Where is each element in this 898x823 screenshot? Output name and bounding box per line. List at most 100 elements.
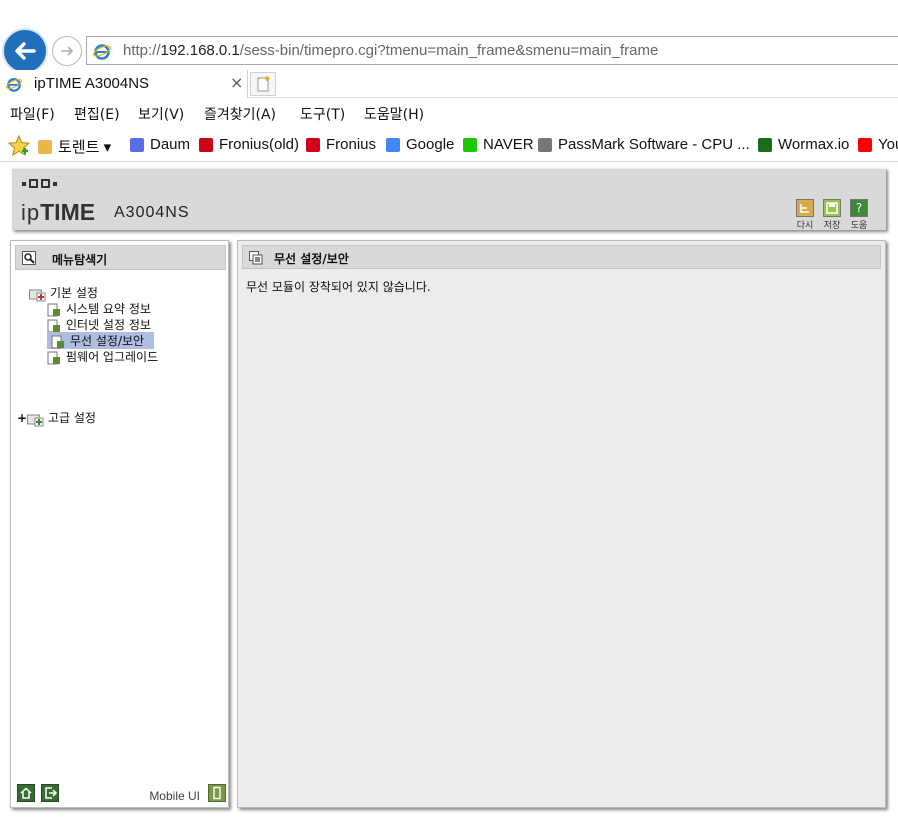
favorite-label: PassMark Software - CPU ...	[558, 136, 750, 153]
folder-open-icon	[29, 288, 47, 301]
favorite-link[interactable]: PassMark Software - CPU ...	[538, 136, 750, 153]
favorite-label: You	[878, 136, 898, 153]
favorite-link[interactable]: You	[858, 136, 898, 153]
folder-icon	[27, 413, 45, 426]
fronius-icon	[199, 137, 213, 152]
arrow-left-icon	[15, 42, 36, 60]
favorite-link[interactable]: Daum	[130, 136, 190, 153]
tab-strip: ipTIME A3004NS ×	[0, 70, 898, 98]
tab-active[interactable]: ipTIME A3004NS ×	[0, 70, 248, 98]
google-icon	[386, 137, 400, 152]
menu-item[interactable]: 파일(F)	[10, 104, 55, 124]
menu-item-1[interactable]: 시스템 요약 정보	[47, 300, 151, 317]
menu-bar: 파일(F) 편집(E) 보기(V) 즐겨찾기(A) 도구(T) 도움말(H)	[0, 98, 898, 126]
status-message: 무선 모듈이 장착되어 있지 않습니다.	[246, 280, 431, 294]
back-button[interactable]	[2, 28, 48, 74]
menu-explorer-title-bar: 메뉴탐색기	[15, 245, 226, 270]
mobile-icon	[213, 786, 221, 800]
menu-explorer-panel: 메뉴탐색기 기본 설정 시스템 요약 정보인터넷 설정 정보무선 설정/보안펌웨…	[10, 240, 229, 808]
wireless-icon	[51, 335, 64, 348]
tab-title: ipTIME A3004NS	[34, 75, 150, 92]
menu-explorer-title: 메뉴탐색기	[52, 253, 108, 267]
favorite-link[interactable]: Wormax.io	[758, 136, 849, 153]
expand-toggle[interactable]: +	[17, 411, 27, 425]
reload-label: 다시	[796, 221, 814, 231]
menu-item-label: 인터넷 설정 정보	[66, 318, 151, 332]
mobile-ui-button[interactable]	[208, 784, 226, 802]
menu-item[interactable]: 도움말(H)	[364, 104, 424, 124]
home-icon	[20, 787, 32, 799]
save-icon	[823, 199, 841, 217]
address-bar[interactable]: http://192.168.0.1/sess-bin/timepro.cgi?…	[86, 36, 898, 65]
favorite-label: Daum	[150, 136, 191, 153]
logo-mark	[22, 179, 57, 188]
ie-icon	[93, 44, 111, 60]
model-name: A3004NS	[114, 204, 190, 221]
mobile-ui-label[interactable]: Mobile UI	[149, 789, 200, 803]
reload-button[interactable]: 다시	[794, 199, 816, 233]
menu-item-4[interactable]: 펌웨어 업그레이드	[47, 348, 158, 365]
tree-group-basic[interactable]: 기본 설정	[29, 284, 98, 301]
passmark-icon	[538, 137, 552, 152]
content-title-bar: 무선 설정/보안	[242, 245, 881, 269]
favorites-bar: 토렌트 ▾ Daum Fronius(old) Fronius Google NAVER P…	[0, 128, 898, 162]
menu-item-label: 무선 설정/보안	[70, 334, 145, 348]
menu-item[interactable]: 보기(V)	[138, 104, 184, 124]
new-tab-icon	[257, 76, 270, 92]
ie-icon	[6, 78, 22, 92]
favorites-star-icon[interactable]	[7, 134, 31, 158]
iptime-logo: ipTIME	[21, 199, 96, 225]
favorite-link[interactable]: NAVER	[463, 136, 534, 153]
content-title: 무선 설정/보안	[274, 252, 349, 266]
logout-button[interactable]	[41, 784, 59, 802]
favorite-link[interactable]: Google	[386, 136, 454, 153]
home-button[interactable]	[17, 784, 35, 802]
chart-icon	[47, 303, 60, 316]
left-panel-footer: Mobile UI	[15, 784, 226, 804]
favorite-label: NAVER	[483, 136, 534, 153]
menu-item-3[interactable]: 무선 설정/보안	[47, 332, 155, 349]
arrow-right-icon	[61, 46, 74, 56]
monitor-icon	[47, 319, 60, 332]
favorite-label: Wormax.io	[778, 136, 850, 153]
folder-icon	[38, 139, 52, 154]
naver-icon	[463, 137, 477, 152]
window-icon	[249, 251, 263, 265]
search-icon	[22, 251, 36, 265]
menu-item-label: 펌웨어 업그레이드	[66, 350, 159, 364]
upgrade-icon	[47, 351, 60, 364]
wormax-icon	[758, 137, 772, 152]
favorite-link[interactable]: Fronius	[306, 136, 376, 153]
save-label: 저장	[823, 221, 841, 231]
favorite-link[interactable]: Fronius(old)	[199, 136, 299, 153]
help-label: 도움	[850, 221, 868, 231]
favorite-label: Google	[406, 136, 455, 153]
tree-group-advanced[interactable]: + 고급 설정	[17, 409, 96, 426]
favorite-label: Fronius	[326, 136, 377, 153]
back-icon	[796, 199, 814, 217]
menu-item-2[interactable]: 인터넷 설정 정보	[47, 316, 151, 333]
tree-group-basic-label: 기본 설정	[50, 286, 98, 300]
tree-group-advanced-label: 고급 설정	[48, 411, 96, 425]
menu-item[interactable]: 즐겨찾기(A)	[204, 104, 276, 124]
menu-item[interactable]: 편집(E)	[74, 104, 120, 124]
fronius-icon	[306, 137, 320, 152]
menu-item-label: 시스템 요약 정보	[66, 302, 151, 316]
favorite-link[interactable]: 토렌트 ▾	[38, 136, 111, 157]
help-icon: ?	[850, 199, 868, 217]
help-button[interactable]: ? 도움	[848, 199, 870, 233]
close-icon[interactable]: ×	[230, 73, 243, 92]
favorite-label: Fronius(old)	[219, 136, 300, 153]
browser-chrome: http://192.168.0.1/sess-bin/timepro.cgi?…	[0, 0, 898, 163]
favorite-label: 토렌트 ▾	[58, 139, 112, 156]
address-text: http://192.168.0.1/sess-bin/timepro.cgi?…	[123, 42, 659, 59]
content-panel: 무선 설정/보안 무선 모듈이 장착되어 있지 않습니다.	[237, 240, 886, 808]
youtube-icon	[858, 137, 872, 152]
menu-item[interactable]: 도구(T)	[300, 104, 345, 124]
forward-button[interactable]	[52, 36, 82, 66]
save-button[interactable]: 저장	[821, 199, 843, 233]
logout-icon	[45, 787, 58, 799]
daum-icon	[130, 137, 144, 152]
router-header: ipTIME A3004NS 다시 저장 ? 도움	[12, 168, 886, 233]
new-tab-button[interactable]	[250, 72, 276, 96]
